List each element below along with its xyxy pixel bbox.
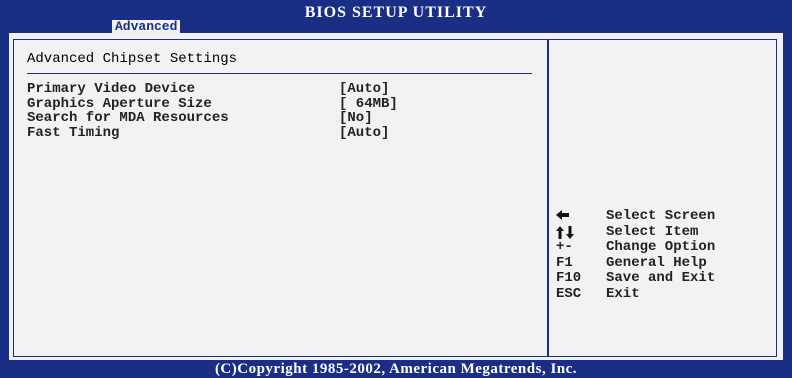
- setting-label: Graphics Aperture Size: [27, 95, 212, 112]
- help-row-select-screen: Select Screen: [556, 209, 766, 225]
- setting-label: Primary Video Device: [27, 81, 196, 97]
- setting-value[interactable]: [Auto]: [339, 126, 389, 140]
- help-desc: Change Option: [606, 239, 716, 255]
- help-row-exit: ESC Exit: [556, 285, 766, 303]
- help-row-save-exit: F10 Save and Exit: [556, 271, 766, 287]
- setting-search-mda-resources[interactable]: Search for MDA Resources [No]: [27, 111, 532, 126]
- help-desc: General Help: [606, 254, 707, 271]
- setting-value[interactable]: [Auto]: [339, 82, 389, 96]
- help-row-general-help: F1 General Help: [556, 254, 766, 272]
- setting-value[interactable]: [No]: [339, 111, 373, 125]
- section-divider: [27, 73, 532, 74]
- help-desc: Exit: [606, 285, 640, 302]
- setting-fast-timing[interactable]: Fast Timing [Auto]: [27, 126, 532, 141]
- copyright-footer: (C)Copyright 1985-2002, American Megatre…: [0, 360, 792, 378]
- setting-graphics-aperture-size[interactable]: Graphics Aperture Size [ 64MB]: [27, 97, 532, 112]
- left-arrow-icon: [556, 210, 569, 220]
- key-help-legend: Select Screen Select Item +- Change Opti…: [556, 209, 766, 302]
- help-desc: Save and Exit: [606, 270, 716, 286]
- help-desc: Select Item: [606, 223, 699, 240]
- help-key: +-: [556, 239, 573, 255]
- section-title: Advanced Chipset Settings: [27, 51, 238, 67]
- help-frame: [549, 39, 777, 357]
- setting-label: Fast Timing: [27, 124, 120, 141]
- title-bar: BIOS SETUP UTILITY Advanced: [0, 0, 792, 34]
- tab-advanced[interactable]: Advanced: [112, 20, 181, 34]
- settings-list: Primary Video Device [Auto] Graphics Ape…: [27, 82, 532, 140]
- up-down-arrows-icon: [556, 225, 574, 239]
- help-row-select-item: Select Item: [556, 223, 766, 241]
- setting-primary-video-device[interactable]: Primary Video Device [Auto]: [27, 82, 532, 97]
- setting-value[interactable]: [ 64MB]: [339, 97, 398, 111]
- help-row-change-option: +- Change Option: [556, 240, 766, 256]
- help-desc: Select Screen: [606, 208, 716, 224]
- help-key: F1: [556, 254, 573, 271]
- help-key: F10: [556, 270, 582, 286]
- setting-label: Search for MDA Resources: [27, 110, 229, 126]
- main-panel: Advanced Chipset Settings Primary Video …: [9, 33, 783, 360]
- help-key: ESC: [556, 285, 582, 302]
